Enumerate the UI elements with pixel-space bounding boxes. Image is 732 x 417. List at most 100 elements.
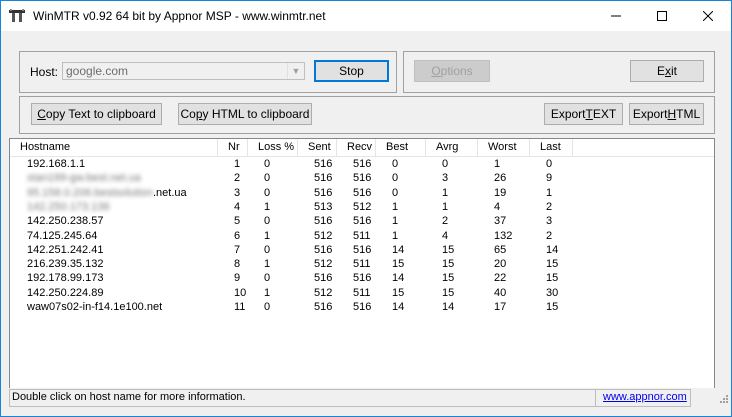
- options-button[interactable]: Options: [414, 60, 490, 82]
- recv-cell: 516: [353, 158, 372, 170]
- recv-cell: 511: [353, 286, 371, 299]
- nr-cell: 3: [234, 186, 241, 199]
- resize-grip-icon[interactable]: [717, 394, 729, 406]
- recv-cell: 512: [353, 200, 372, 213]
- table-row[interactable]: 192.168.1.1 1 0 516 516 0 0 1 0: [10, 157, 714, 171]
- avrg-cell: 15: [442, 258, 455, 271]
- column-header-best[interactable]: Best: [376, 139, 426, 156]
- best-cell: 1: [392, 215, 399, 228]
- redacted-text: 142.250.173.136: [27, 200, 110, 213]
- hostname-cell[interactable]: 216.239.35.132: [10, 257, 103, 271]
- table-row[interactable]: 216.239.35.132 8 1 512 511 15 15 20 15: [10, 257, 714, 271]
- table-row[interactable]: waw07s02-in-f14.1e100.net 11 0 516 516 14 14 17…: [10, 300, 714, 314]
- recv-cell: 516: [353, 186, 372, 199]
- column-header-recv[interactable]: Recv: [337, 139, 376, 156]
- best-cell: 0: [392, 186, 399, 199]
- loss-cell: 0: [264, 158, 271, 170]
- best-cell: 14: [392, 301, 405, 313]
- trace-table[interactable]: Hostname Nr Loss % Sent Recv Best Avrg W…: [9, 138, 715, 389]
- column-header-worst[interactable]: Worst: [478, 139, 530, 156]
- hostname-text: 192.168.1.1: [27, 158, 86, 170]
- hostname-cell[interactable]: 142.250.173.136: [10, 200, 110, 214]
- avrg-cell: 15: [442, 243, 455, 256]
- table-row[interactable]: 142.250.224.89 10 1 512 511 15 15 40 30: [10, 286, 714, 300]
- loss-cell: 0: [264, 272, 271, 285]
- copy-html-button[interactable]: Co p y HTML to clipboard: [178, 103, 312, 125]
- column-header-avrg[interactable]: Avrg: [426, 139, 478, 156]
- last-cell: 0: [546, 158, 553, 170]
- title-bar[interactable]: WinMTR v0.92 64 bit by Appnor MSP - www.…: [1, 1, 731, 31]
- last-cell: 14: [546, 243, 559, 256]
- column-header-last[interactable]: Last: [530, 139, 573, 156]
- close-button[interactable]: [685, 1, 731, 31]
- column-header-hostname[interactable]: Hostname: [10, 139, 218, 156]
- best-cell: 15: [392, 258, 405, 271]
- table-row[interactable]: 74.125.245.64 6 1 512 511 1 4 132 2: [10, 229, 714, 243]
- appnor-link[interactable]: www.appnor.com: [603, 391, 687, 403]
- stop-button[interactable]: Stop: [314, 60, 389, 82]
- table-header: Hostname Nr Loss % Sent Recv Best Avrg W…: [10, 139, 714, 157]
- nr-cell: 8: [234, 258, 241, 271]
- hostname-cell[interactable]: 192.168.1.1: [10, 157, 85, 171]
- column-header-loss[interactable]: Loss %: [248, 139, 298, 156]
- sent-cell: 512: [314, 258, 333, 271]
- column-header-sent[interactable]: Sent: [298, 139, 337, 156]
- last-cell: 30: [546, 286, 559, 299]
- table-row[interactable]: xtan199-gw.best.net.ua 2 0 516 516 0 3 26 9: [10, 171, 714, 185]
- hostname-cell[interactable]: 192.178.99.173: [10, 271, 103, 285]
- loss-cell: 1: [264, 229, 271, 242]
- host-combobox[interactable]: google.com ▼: [62, 62, 305, 80]
- column-header-nr[interactable]: Nr: [218, 139, 248, 156]
- last-cell: 9: [546, 172, 553, 185]
- last-cell: 2: [546, 200, 553, 213]
- avrg-cell: 15: [442, 272, 455, 285]
- table-row[interactable]: 95.158.0.206.bestsolution.net.ua 3 0 516 516…: [10, 186, 714, 200]
- hostname-cell[interactable]: 142.250.224.89: [10, 286, 103, 300]
- recv-cell: 516: [353, 215, 372, 228]
- best-cell: 14: [392, 243, 405, 256]
- table-row[interactable]: 142.250.173.136 4 1 513 512 1 1 4 2: [10, 200, 714, 214]
- nr-cell: 1: [234, 158, 241, 170]
- winmtr-window: WinMTR v0.92 64 bit by Appnor MSP - www.…: [0, 0, 732, 417]
- nr-cell: 6: [234, 229, 241, 242]
- table-row[interactable]: 142.250.238.57 5 0 516 516 1 2 37 3: [10, 214, 714, 228]
- minimize-button[interactable]: [593, 1, 639, 31]
- maximize-button[interactable]: [639, 1, 685, 31]
- best-cell: 1: [392, 229, 399, 242]
- loss-cell: 0: [264, 215, 271, 228]
- hostname-cell[interactable]: xtan199-gw.best.net.ua: [10, 171, 141, 185]
- export-text-button[interactable]: Export T EXT: [544, 103, 623, 125]
- nr-cell: 4: [234, 200, 241, 213]
- hostname-cell[interactable]: waw07s02-in-f14.1e100.net: [10, 300, 162, 314]
- redacted-text: xtan199-gw.best.net.ua: [27, 172, 141, 185]
- copy-text-button[interactable]: Copy Text to clipboard: [31, 103, 162, 125]
- sent-cell: 512: [314, 229, 333, 242]
- recv-cell: 511: [353, 229, 371, 242]
- exit-button[interactable]: Ex it: [630, 60, 704, 82]
- worst-cell: 19: [494, 186, 507, 199]
- sent-cell: 512: [314, 286, 333, 299]
- hostname-cell[interactable]: 142.250.238.57: [10, 214, 103, 228]
- table-row[interactable]: 192.178.99.173 9 0 516 516 14 15 22 15: [10, 271, 714, 285]
- status-hint: Double click on host name for more infor…: [12, 391, 246, 403]
- close-icon: [703, 11, 713, 21]
- table-row[interactable]: 142.251.242.41 7 0 516 516 14 15 65 14: [10, 243, 714, 257]
- sent-cell: 516: [314, 186, 333, 199]
- export-html-button[interactable]: Export H TML: [629, 103, 704, 125]
- hostname-cell[interactable]: 95.158.0.206.bestsolution.net.ua: [10, 186, 187, 200]
- avrg-cell: 15: [442, 286, 455, 299]
- best-cell: 15: [392, 286, 405, 299]
- app-icon: [9, 9, 25, 22]
- best-cell: 0: [392, 158, 399, 170]
- avrg-cell: 0: [442, 158, 449, 170]
- best-cell: 1: [392, 200, 399, 213]
- host-value[interactable]: google.com: [66, 64, 128, 78]
- recv-cell: 516: [353, 301, 372, 313]
- last-cell: 3: [546, 215, 553, 228]
- sent-cell: 513: [314, 200, 333, 213]
- hostname-cell[interactable]: 74.125.245.64: [10, 229, 97, 243]
- last-cell: 15: [546, 272, 559, 285]
- hostname-cell[interactable]: 142.251.242.41: [10, 243, 103, 257]
- chevron-down-icon[interactable]: ▼: [287, 63, 304, 79]
- best-cell: 14: [392, 272, 405, 285]
